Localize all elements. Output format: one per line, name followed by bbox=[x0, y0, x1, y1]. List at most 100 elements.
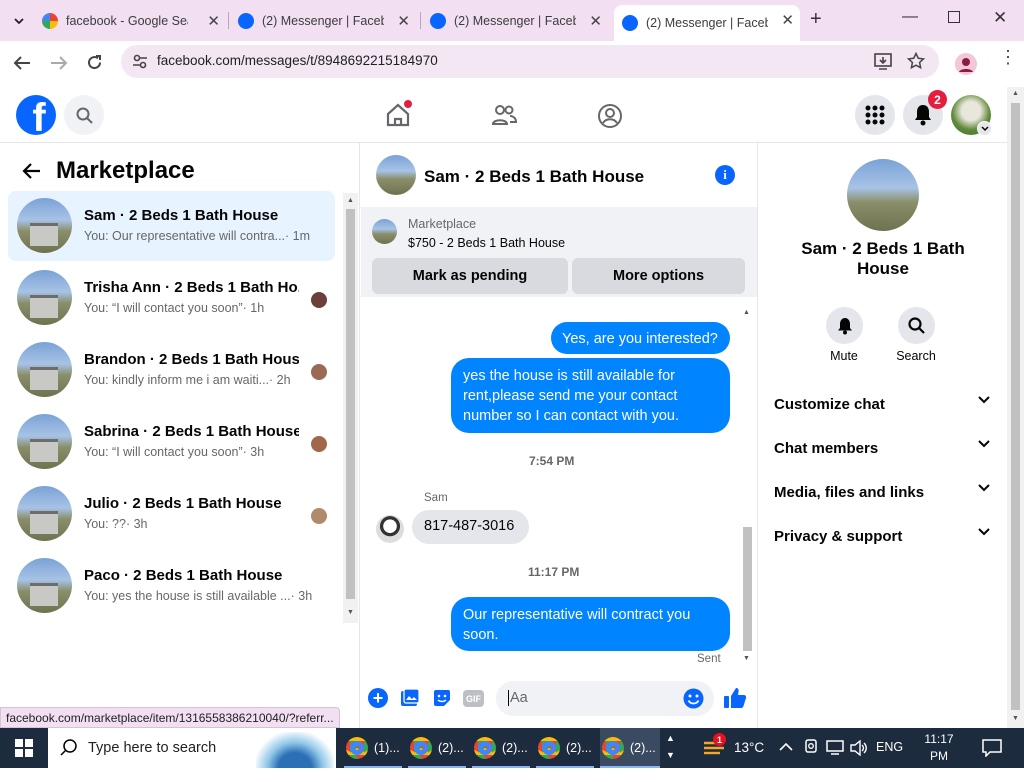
taskbar-clock[interactable]: 11:17 PM 2/3/2025 bbox=[915, 731, 963, 782]
tab-search-button[interactable] bbox=[8, 10, 30, 32]
tab-title: (2) Messenger | Facebo bbox=[262, 13, 384, 28]
chat-avatar[interactable] bbox=[376, 155, 416, 195]
conversation-item[interactable]: Sam · 2 Beds 1 Bath House You: Our repre… bbox=[8, 191, 335, 261]
menu-button[interactable] bbox=[855, 95, 895, 135]
taskbar-search-box[interactable]: Type here to search bbox=[48, 728, 336, 768]
tab-google-search[interactable]: facebook - Google Sea ✕ bbox=[42, 7, 226, 34]
more-options-button[interactable]: More options bbox=[572, 258, 745, 294]
scroll-thumb[interactable] bbox=[743, 527, 752, 651]
close-icon[interactable]: ✕ bbox=[207, 12, 220, 30]
browser-menu-button[interactable]: ⋮ bbox=[999, 48, 1017, 66]
chevron-up-icon[interactable] bbox=[779, 742, 793, 751]
minimize-button[interactable]: — bbox=[902, 8, 918, 26]
emoji-icon[interactable] bbox=[683, 688, 704, 709]
facebook-logo[interactable]: f bbox=[16, 95, 56, 135]
conversation-name: Brandon · 2 Beds 1 Bath House bbox=[84, 351, 299, 368]
conversation-preview: You: yes the house is still available ..… bbox=[84, 589, 313, 603]
scroll-down-icon[interactable]: ▼ bbox=[347, 609, 354, 616]
conversation-item[interactable]: Paco · 2 Beds 1 Bath House You: yes the … bbox=[8, 551, 335, 621]
new-tab-button[interactable]: + bbox=[810, 8, 822, 31]
input-language[interactable]: ENG bbox=[876, 740, 903, 754]
conversation-item[interactable]: Brandon · 2 Beds 1 Bath House You: kindl… bbox=[8, 335, 335, 405]
page-scrollbar[interactable]: ▲ ▼ bbox=[1007, 87, 1024, 728]
scroll-up-icon[interactable]: ▲ bbox=[347, 197, 354, 204]
meet-now-icon[interactable] bbox=[804, 739, 818, 756]
message-input[interactable]: Aa bbox=[496, 681, 714, 716]
friends-icon[interactable] bbox=[491, 104, 517, 126]
mute-button[interactable] bbox=[826, 307, 863, 344]
listing-thumbnail bbox=[17, 198, 72, 253]
close-icon[interactable]: ✕ bbox=[589, 12, 602, 30]
site-info-icon[interactable] bbox=[132, 54, 148, 69]
sticker-icon[interactable] bbox=[432, 688, 452, 708]
scroll-down-icon[interactable]: ▼ bbox=[1012, 715, 1019, 722]
listing-thumbnail bbox=[17, 486, 72, 541]
message-timestamp: 11:17 PM bbox=[528, 565, 580, 579]
windows-start-icon[interactable] bbox=[15, 739, 33, 757]
taskbar-app-chrome[interactable]: (2)... bbox=[472, 728, 530, 768]
taskbar-search-placeholder: Type here to search bbox=[88, 740, 217, 756]
taskbar-app-chrome[interactable]: (2)... bbox=[536, 728, 594, 768]
network-icon[interactable] bbox=[826, 740, 844, 755]
profile-avatar-large[interactable] bbox=[847, 159, 919, 231]
message-bubble-outgoing: yes the house is still available for ren… bbox=[451, 358, 730, 433]
maximize-button[interactable] bbox=[948, 11, 960, 23]
omnibox[interactable]: facebook.com/messages/t/8948692215184970 bbox=[121, 45, 939, 78]
notification-center-icon[interactable] bbox=[982, 739, 1002, 757]
tab-messenger-2[interactable]: (2) Messenger | Facebo ✕ bbox=[430, 7, 608, 34]
taskbar-scroll-arrows[interactable]: ▲ ▼ bbox=[666, 730, 675, 764]
more-actions-button[interactable]: + bbox=[368, 688, 388, 708]
search-in-conversation-button[interactable] bbox=[898, 307, 935, 344]
close-icon[interactable]: ✕ bbox=[397, 12, 410, 30]
taskbar-app-chrome[interactable]: (2)... bbox=[408, 728, 466, 768]
privacy-support-section[interactable]: Privacy & support bbox=[774, 528, 994, 545]
scroll-up-icon[interactable]: ▲ bbox=[1012, 90, 1019, 97]
sender-name: Sam bbox=[424, 492, 448, 504]
tab-title: (2) Messenger | Facebo bbox=[454, 13, 576, 28]
tab-messenger-active[interactable]: (2) Messenger | Facebo ✕ bbox=[614, 5, 800, 41]
volume-icon[interactable] bbox=[850, 740, 868, 756]
mark-as-pending-button[interactable]: Mark as pending bbox=[372, 258, 568, 294]
back-icon[interactable] bbox=[13, 55, 31, 71]
sender-avatar[interactable] bbox=[376, 515, 404, 543]
close-icon[interactable]: ✕ bbox=[781, 11, 794, 29]
facebook-f-icon: f bbox=[32, 96, 46, 135]
scroll-thumb[interactable] bbox=[1011, 103, 1020, 710]
account-menu-button[interactable] bbox=[977, 121, 992, 136]
link-status-bar: facebook.com/marketplace/item/1316558386… bbox=[0, 707, 340, 728]
browser-tab-bar: facebook - Google Sea ✕ (2) Messenger | … bbox=[0, 0, 1024, 41]
listing-thumbnail bbox=[372, 219, 397, 244]
tab-messenger-1[interactable]: (2) Messenger | Facebo ✕ bbox=[238, 7, 416, 34]
gif-button[interactable]: GIF bbox=[463, 690, 484, 707]
facebook-top-nav: f 2 bbox=[0, 87, 1007, 143]
install-app-icon[interactable] bbox=[874, 53, 892, 70]
media-files-links-section[interactable]: Media, files and links bbox=[774, 484, 994, 501]
reload-icon[interactable] bbox=[86, 54, 103, 71]
forward-icon[interactable] bbox=[50, 55, 68, 71]
scroll-thumb[interactable] bbox=[346, 209, 355, 599]
scroll-down-icon[interactable]: ▼ bbox=[743, 655, 750, 662]
message-timestamp: 7:54 PM bbox=[529, 454, 575, 468]
photo-icon[interactable] bbox=[400, 688, 420, 708]
scroll-up-icon[interactable]: ▲ bbox=[743, 309, 750, 316]
chat-scrollbar[interactable]: ▲ ▼ bbox=[741, 309, 754, 667]
customize-chat-section[interactable]: Customize chat bbox=[774, 396, 994, 413]
profile-avatar[interactable] bbox=[955, 53, 977, 75]
conversation-item[interactable]: Julio · 2 Beds 1 Bath House You: ??· 3h bbox=[8, 479, 335, 549]
back-arrow-icon[interactable] bbox=[22, 163, 41, 179]
bookmark-star-icon[interactable] bbox=[907, 52, 925, 70]
chrome-icon bbox=[346, 737, 368, 759]
chat-title[interactable]: Sam · 2 Beds 1 Bath House bbox=[424, 167, 644, 187]
bell-icon bbox=[913, 104, 933, 126]
taskbar-app-chrome-active[interactable]: (2)... bbox=[600, 728, 660, 768]
conversation-scrollbar[interactable]: ▲ ▼ bbox=[343, 193, 358, 623]
search-button[interactable] bbox=[64, 95, 104, 135]
chat-members-section[interactable]: Chat members bbox=[774, 440, 994, 457]
groups-icon[interactable] bbox=[597, 103, 623, 129]
conversation-item[interactable]: Sabrina · 2 Beds 1 Bath House You: “I wi… bbox=[8, 407, 335, 477]
window-close-button[interactable]: ✕ bbox=[993, 8, 1007, 28]
conversation-info-button[interactable]: i bbox=[715, 165, 735, 185]
taskbar-app-chrome[interactable]: (1)... bbox=[344, 728, 402, 768]
conversation-item[interactable]: Trisha Ann · 2 Beds 1 Bath Ho... You: “I… bbox=[8, 263, 335, 333]
thumbs-up-icon[interactable] bbox=[723, 686, 747, 710]
